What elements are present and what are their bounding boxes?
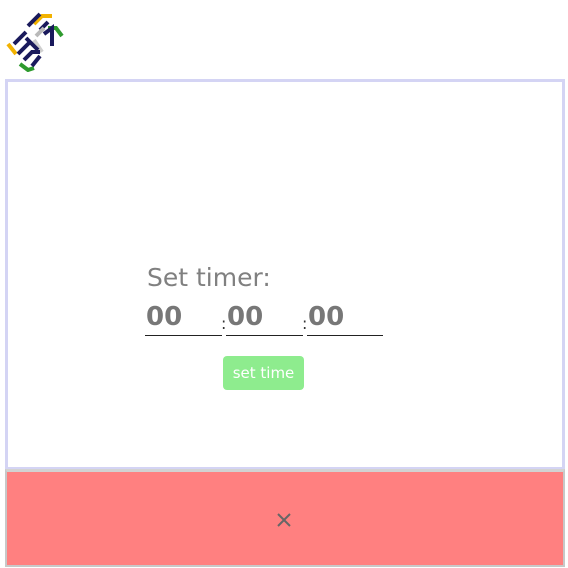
- set-time-button[interactable]: set time: [223, 356, 304, 390]
- hours-input[interactable]: [145, 298, 222, 336]
- bottom-bar: [5, 469, 565, 567]
- logo-icon: [6, 12, 64, 72]
- close-icon[interactable]: [274, 510, 294, 530]
- time-input-row: : :: [145, 298, 385, 340]
- minutes-input[interactable]: [226, 298, 303, 336]
- set-timer-label: Set timer:: [147, 263, 271, 292]
- seconds-input[interactable]: [307, 298, 383, 336]
- timer-panel: Set timer: : : set time: [5, 79, 565, 470]
